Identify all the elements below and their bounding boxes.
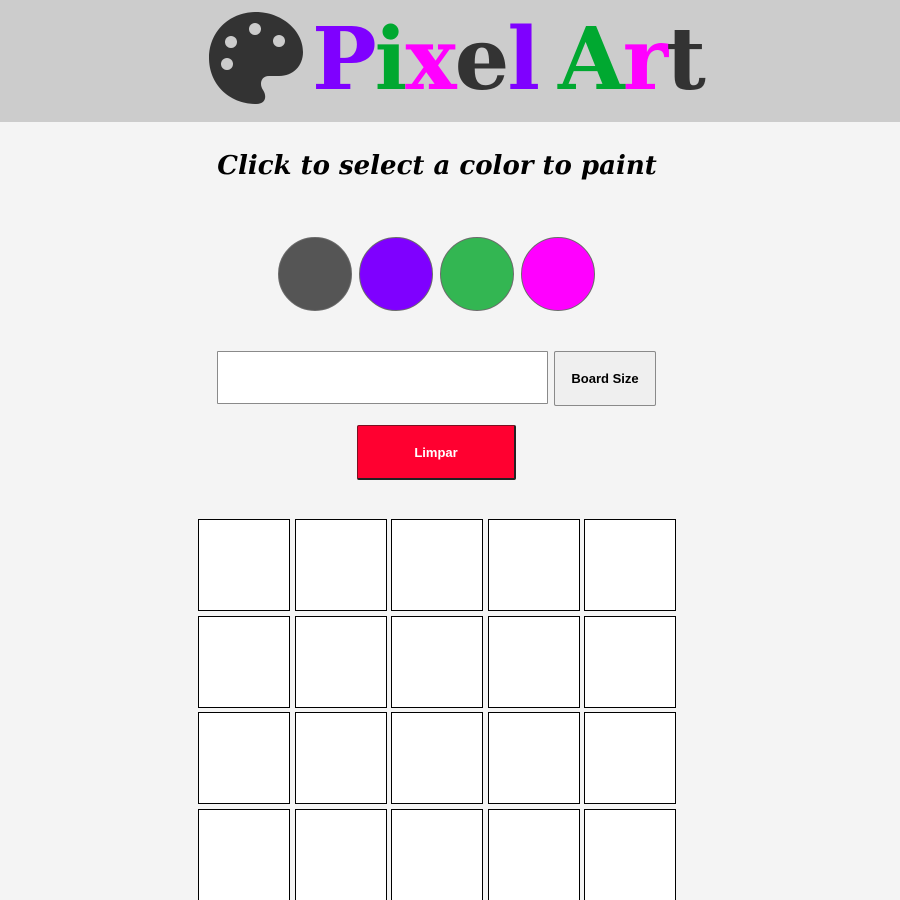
pixel-cell[interactable] [488,616,580,708]
instructions-text: Click to select a color to paint [217,151,657,181]
clear-board-button[interactable]: Limpar [357,425,516,480]
pixel-cell[interactable] [584,809,676,900]
title-letter: r [622,9,668,110]
title-letter: t [666,9,706,110]
pixel-cell[interactable] [295,809,387,900]
title-letter: i [374,9,408,110]
pixel-cell[interactable] [295,616,387,708]
pixel-cell[interactable] [391,712,483,804]
board-size-button[interactable]: Board Size [554,351,656,406]
board-size-input[interactable] [217,351,548,404]
color-swatch[interactable] [359,237,433,311]
title-letter [538,12,558,108]
pixel-cell[interactable] [584,519,676,611]
page-header: Pixel Art [0,0,900,122]
pixel-cell[interactable] [488,712,580,804]
title-letter: x [405,9,456,110]
pixel-cell[interactable] [488,519,580,611]
pixel-cell[interactable] [295,519,387,611]
page-title: Pixel Art [312,9,706,112]
title-letter: e [454,9,510,110]
pixel-cell[interactable] [584,712,676,804]
pixel-cell[interactable] [488,809,580,900]
pixel-cell[interactable] [584,616,676,708]
title-letter: P [312,9,377,110]
pixel-cell[interactable] [391,519,483,611]
color-palette [278,237,678,311]
pixel-board [198,519,678,900]
title-letter: A [558,9,625,110]
pixel-cell[interactable] [198,712,290,804]
color-swatch[interactable] [440,237,514,311]
pixel-cell[interactable] [198,616,290,708]
color-swatch[interactable] [521,237,595,311]
pixel-cell[interactable] [391,809,483,900]
pixel-cell[interactable] [295,712,387,804]
pixel-cell[interactable] [198,519,290,611]
title-letter: l [507,9,540,110]
pixel-cell[interactable] [198,809,290,900]
palette-icon [209,12,303,104]
pixel-cell[interactable] [391,616,483,708]
color-swatch[interactable] [278,237,352,311]
